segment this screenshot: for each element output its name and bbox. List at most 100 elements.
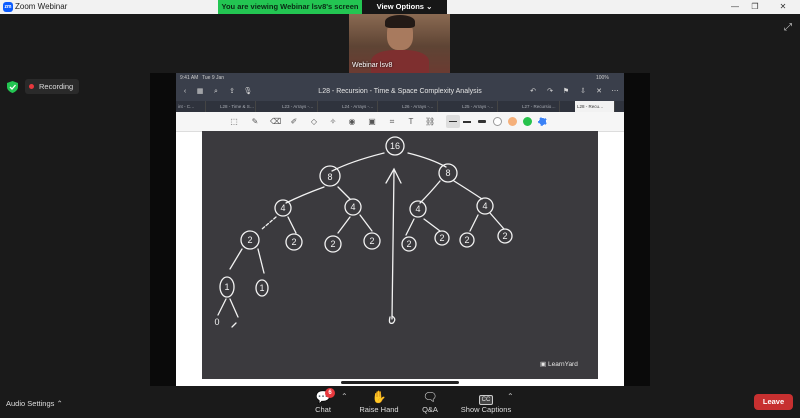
- color-picker-swatch[interactable]: [538, 117, 547, 126]
- learnyard-brand: ▣ LearnYard: [540, 360, 578, 368]
- tree-edge: [231, 322, 237, 328]
- node-label: 4: [415, 204, 420, 214]
- screen-share-banner: You are viewing Webinar lsv8's screen: [218, 0, 362, 14]
- node-label: 4: [350, 202, 355, 212]
- doc-tab[interactable]: L23 - Arrays -…: [280, 101, 318, 112]
- text-icon[interactable]: T: [406, 116, 416, 127]
- leave-button[interactable]: Leave: [754, 394, 793, 410]
- status-time: 9:41 AM: [180, 75, 199, 81]
- audio-settings-button[interactable]: Audio Settings ⌃: [6, 399, 63, 408]
- tree-edge: [217, 298, 227, 316]
- recursion-tree-drawing: 16 8 8 4 4 4 4 2 2 2 2 2 2 2 2 1 1 0: [214, 136, 513, 328]
- app-title: Zoom Webinar: [15, 2, 68, 11]
- qa-button[interactable]: 🗨 Q&A: [400, 389, 460, 414]
- color-orange-swatch[interactable]: [508, 117, 517, 126]
- eraser-icon[interactable]: ⌫: [270, 116, 281, 127]
- lasso-icon[interactable]: ⬚: [229, 116, 239, 127]
- close-doc-icon[interactable]: ✕: [594, 86, 604, 98]
- stroke-thick-icon[interactable]: [478, 120, 486, 123]
- node-label: 8: [445, 168, 450, 178]
- tree-edge: [469, 214, 479, 232]
- tree-edge: [489, 212, 505, 230]
- node-label: 8: [327, 172, 332, 182]
- camera-icon[interactable]: ◉: [347, 116, 357, 127]
- tree-edge: [359, 214, 373, 232]
- minimize-button[interactable]: —: [728, 1, 742, 13]
- expand-icon[interactable]: ⤢: [781, 22, 795, 36]
- document-title[interactable]: L28 - Recursion - Time & Space Complexit…: [280, 86, 520, 98]
- node-label: 2: [247, 235, 252, 245]
- grid-icon[interactable]: ▦: [195, 86, 205, 98]
- participant-name: Webinar lsv8: [352, 62, 393, 69]
- drawing-toolbar: [176, 112, 624, 132]
- security-shield-icon[interactable]: [7, 81, 18, 93]
- qa-label: Q&A: [422, 405, 438, 414]
- stroke-medium-icon[interactable]: [463, 121, 471, 123]
- recording-indicator[interactable]: Recording: [25, 79, 79, 94]
- undo-icon[interactable]: ↶: [528, 86, 538, 98]
- mic-icon[interactable]: 🎙: [243, 86, 253, 98]
- tree-edge: [287, 216, 297, 234]
- recording-label: Recording: [39, 82, 74, 91]
- link-icon[interactable]: ⛓: [425, 116, 435, 127]
- tree-edge: [257, 248, 265, 274]
- chevron-up-icon: ⌃: [56, 399, 63, 408]
- more-icon[interactable]: ⋯: [610, 86, 620, 98]
- status-battery: 100%: [596, 75, 609, 81]
- doc-tab[interactable]: L25 - Arrays -…: [460, 101, 498, 112]
- node-label-root: 16: [390, 141, 400, 151]
- doc-tab[interactable]: L28 - Time & S…: [218, 101, 256, 112]
- participant-hair: [385, 15, 415, 28]
- tree-edge: [229, 298, 239, 318]
- pen-icon[interactable]: ✎: [250, 116, 260, 127]
- video-tile[interactable]: Webinar lsv8: [349, 14, 450, 73]
- chat-unread-badge: 6: [325, 388, 335, 398]
- color-white-swatch[interactable]: [493, 117, 502, 126]
- tree-edge: [453, 180, 483, 200]
- back-icon[interactable]: ‹: [180, 86, 190, 98]
- node-label: 1: [259, 283, 264, 293]
- tree-edge: [407, 152, 447, 168]
- node-label: 2: [330, 239, 335, 249]
- close-button[interactable]: ✕: [776, 1, 790, 13]
- captions-options-chevron-icon[interactable]: ⌃: [507, 392, 514, 401]
- scan-icon[interactable]: ⌗: [387, 116, 397, 127]
- node-label: 4: [482, 201, 487, 211]
- doc-tab[interactable]: L26 - Arrays -…: [400, 101, 438, 112]
- brand-label: LearnYard: [547, 361, 578, 368]
- highlighter-icon[interactable]: ✐: [289, 116, 299, 127]
- doc-tab[interactable]: int - C…: [176, 101, 206, 112]
- chat-label: Chat: [315, 405, 331, 414]
- elements-icon[interactable]: ✧: [328, 116, 338, 127]
- view-options-button[interactable]: View Options ⌄: [362, 0, 447, 14]
- chat-options-chevron-icon[interactable]: ⌃: [341, 392, 348, 401]
- home-indicator: [341, 381, 459, 384]
- restore-button[interactable]: ❐: [748, 1, 762, 13]
- tree-edge: [331, 152, 385, 172]
- ipad-status-bar: 9:41 AM Tue 9 Jan 100%: [176, 73, 624, 83]
- tree-edge: [337, 186, 351, 200]
- image-icon[interactable]: ▣: [367, 116, 377, 127]
- zoom-logo-icon: zm: [3, 2, 13, 12]
- status-date: Tue 9 Jan: [202, 75, 225, 81]
- doc-tab[interactable]: L27 - Recursio…: [520, 101, 560, 112]
- doc-tab-active[interactable]: L28 - Recu…: [575, 101, 615, 112]
- doc-tab[interactable]: L24 - Arrays -…: [340, 101, 378, 112]
- redo-icon[interactable]: ↷: [545, 86, 555, 98]
- node-label: 0: [214, 317, 219, 327]
- arrow-shaft: [391, 170, 395, 320]
- node-label: 4: [280, 203, 285, 213]
- bookmark-icon[interactable]: ⚑: [561, 86, 571, 98]
- share-icon[interactable]: ⇪: [227, 86, 237, 98]
- color-green-swatch[interactable]: [523, 117, 532, 126]
- node-label: 2: [291, 237, 296, 247]
- tree-edge: [261, 216, 277, 230]
- shapes-icon[interactable]: ◇: [309, 116, 319, 127]
- qa-icon: 🗨: [422, 390, 438, 404]
- node-label: 2: [406, 239, 411, 249]
- export-icon[interactable]: ⇩: [578, 86, 588, 98]
- search-icon[interactable]: ⌕: [211, 86, 221, 98]
- view-options-label: View Options: [376, 2, 424, 11]
- recording-dot-icon: [29, 84, 34, 89]
- stroke-thin-icon: [449, 121, 457, 122]
